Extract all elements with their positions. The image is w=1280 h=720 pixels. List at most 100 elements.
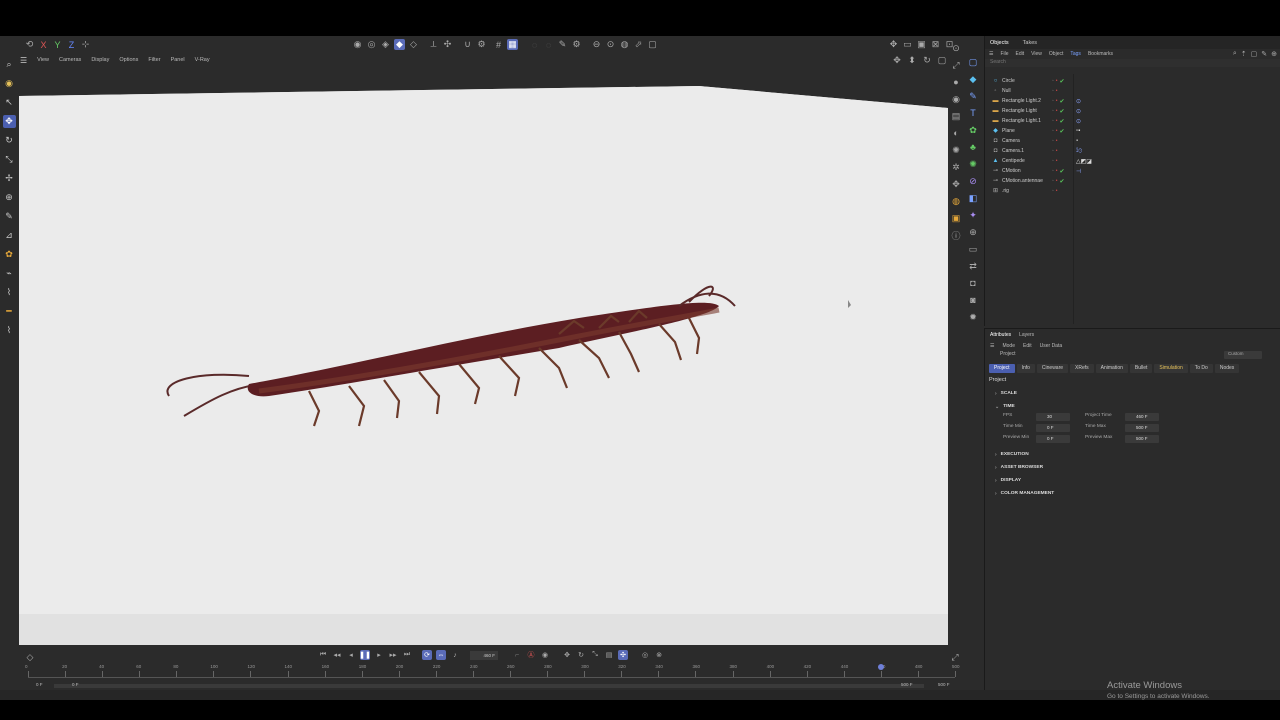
camera-object-icon[interactable]: ▭ xyxy=(967,243,979,255)
ipr-icon[interactable]: ⊙ xyxy=(605,39,616,50)
film-icon[interactable]: ▤ xyxy=(950,110,962,122)
list-item[interactable]: ▬ Rectangle Light.2 ◦ • ✔ ⊙ xyxy=(985,96,1280,106)
objects-up-icon[interactable]: ⇡ xyxy=(1241,50,1247,58)
live-select-icon[interactable]: ↖ xyxy=(3,96,16,109)
menu-vray[interactable]: V-Ray xyxy=(195,57,210,63)
protection-tag-icon[interactable]: ⟟⊙ xyxy=(1076,148,1082,155)
timeline-settings-icon[interactable]: ⊗ xyxy=(654,650,664,660)
polygons-mode-icon[interactable]: ◈ xyxy=(380,39,391,50)
paint-tool-icon[interactable]: ✿ xyxy=(3,248,16,261)
tab-objects[interactable]: Objects xyxy=(990,40,1009,46)
list-item[interactable]: ◘ Camera.1 ◦ • ⟟⊙ xyxy=(985,146,1280,156)
render-view-button-icon[interactable]: ▣ xyxy=(916,39,927,50)
axis-x-button[interactable]: X xyxy=(38,39,49,50)
target-tag-icon[interactable]: ⊙ xyxy=(1076,108,1081,115)
objects-add-icon[interactable]: ⊕ xyxy=(1271,50,1277,58)
range-end-field[interactable]: 500 F xyxy=(901,682,913,687)
objects-menu-file[interactable]: File xyxy=(1000,51,1008,57)
lock-tool-icon[interactable]: ▣ xyxy=(950,212,962,224)
menu-panel[interactable]: Panel xyxy=(171,57,185,63)
cube-primitive-icon[interactable]: ▢ xyxy=(967,56,979,68)
objects-lock-icon[interactable]: ✎ xyxy=(1261,50,1267,58)
tab-xrefs[interactable]: XRefs xyxy=(1070,364,1094,373)
next-frame-icon[interactable]: ▸ xyxy=(374,650,384,660)
grid-snap-icon[interactable]: # xyxy=(493,39,504,50)
extrude-tool-icon[interactable]: ⊿ xyxy=(3,229,16,242)
list-item[interactable]: ◆ Plane ◦ • ✔ ▫▪ xyxy=(985,126,1280,136)
list-item[interactable]: ◘ Camera ◦ • ▪ xyxy=(985,136,1280,146)
axis-z-button[interactable]: Z xyxy=(66,39,77,50)
loop-icon[interactable]: ⟳ xyxy=(422,650,432,660)
current-frame-field[interactable]: 460 F xyxy=(470,650,498,660)
list-item[interactable]: ▲ Centipede ◦ • △◩◪ xyxy=(985,156,1280,166)
objects-search-input[interactable]: Search xyxy=(985,59,1280,67)
viewport-zoom-icon[interactable]: ⬍ xyxy=(906,54,918,66)
objects-menu-edit[interactable]: Edit xyxy=(1016,51,1025,57)
stop-render-icon[interactable]: ⊠ xyxy=(930,39,941,50)
rig-tag-icon[interactable]: ⊣ xyxy=(1076,168,1081,175)
time-max-field[interactable]: 500 F xyxy=(1125,424,1159,432)
sculpt-tool-icon[interactable]: ⌇ xyxy=(3,286,16,299)
info-icon[interactable]: ⓘ xyxy=(950,229,962,241)
tab-bullet[interactable]: Bullet xyxy=(1129,364,1153,373)
prev-frame-icon[interactable]: ◂ xyxy=(346,650,356,660)
coordinate-system-icon[interactable]: ⊹ xyxy=(80,39,91,50)
scale-key-icon[interactable]: ⤡ xyxy=(590,650,600,660)
move-view-icon[interactable]: ✥ xyxy=(888,39,899,50)
viewport-pan-icon[interactable]: ✥ xyxy=(891,54,903,66)
range-bar[interactable]: 0 F 0 F 500 F 500 F xyxy=(24,682,964,690)
video-camera-icon[interactable]: ◘ xyxy=(967,277,979,289)
fps-field[interactable]: 30 xyxy=(1036,413,1070,421)
menu-options[interactable]: Options xyxy=(119,57,138,63)
material-tag-icon[interactable]: ▫▪ xyxy=(1076,128,1080,134)
render-settings-icon[interactable]: ✎ xyxy=(557,39,568,50)
list-item[interactable]: ⊞ .rig ◦ • xyxy=(985,186,1280,196)
attributes-menu-userdata[interactable]: User Data xyxy=(1040,343,1063,349)
edges-mode-icon[interactable]: ◎ xyxy=(366,39,377,50)
deformer-icon[interactable]: ✺ xyxy=(967,158,979,170)
key-icon[interactable]: ⌐ xyxy=(512,650,522,660)
pause-icon[interactable]: ❚❚ xyxy=(359,650,371,660)
cube-icon[interactable]: ◆ xyxy=(967,73,979,85)
particle-icon[interactable]: ✺ xyxy=(950,144,962,156)
axis-mode-icon[interactable]: ⟂ xyxy=(428,39,439,50)
tab-project[interactable]: Project xyxy=(989,364,1015,373)
section-scale[interactable]: › SCALE xyxy=(985,387,1280,400)
objects-menu-object[interactable]: Object xyxy=(1049,51,1063,57)
viewport-maximize-icon[interactable]: ▢ xyxy=(936,54,948,66)
record-key-icon[interactable]: ◉ xyxy=(540,650,550,660)
tab-takes[interactable]: Takes xyxy=(1023,40,1037,46)
magnet-icon[interactable]: ∪ xyxy=(462,39,473,50)
rotate-key-icon[interactable]: ↻ xyxy=(576,650,586,660)
sphere-tool-icon[interactable]: ● xyxy=(950,76,962,88)
list-item[interactable]: ⊸ CMotion.antennae ◦ • ✔ xyxy=(985,176,1280,186)
section-asset-browser[interactable]: › ASSET BROWSER xyxy=(985,461,1280,474)
move-key-icon[interactable]: ✥ xyxy=(562,650,572,660)
scene-icon[interactable]: ⇄ xyxy=(967,260,979,272)
light-object-icon[interactable]: ✹ xyxy=(967,311,979,323)
cinema-icon[interactable]: ◉ xyxy=(950,93,962,105)
mode-select[interactable]: Custom xyxy=(1224,351,1262,359)
target-tag-icon[interactable]: ⊙ xyxy=(1076,98,1081,105)
attributes-hamburger-icon[interactable]: ☰ xyxy=(990,343,994,349)
list-item[interactable]: ⊸ CMotion ◦ • ✔ ⊣ xyxy=(985,166,1280,176)
render-gear-icon[interactable]: ⚙ xyxy=(571,39,582,50)
effector-icon[interactable]: ◐ xyxy=(950,127,962,139)
section-display[interactable]: › DISPLAY xyxy=(985,474,1280,487)
tab-nodes[interactable]: Nodes xyxy=(1214,364,1240,373)
tab-simulation[interactable]: Simulation xyxy=(1154,364,1188,373)
spline-tool-icon[interactable]: ⌇ xyxy=(3,324,16,337)
preview-range-icon[interactable]: ⇔ xyxy=(436,650,446,660)
objects-menu-bookmarks[interactable]: Bookmarks xyxy=(1088,51,1113,57)
target-tag-icon[interactable]: ⊙ xyxy=(1076,118,1081,125)
no-render-icon[interactable]: ⊖ xyxy=(591,39,602,50)
list-item[interactable]: ◦ Null ◦ • xyxy=(985,86,1280,96)
move-snap-icon[interactable]: ⤢ xyxy=(950,59,962,71)
search-icon[interactable]: ⌕ xyxy=(3,58,16,71)
section-color-management[interactable]: › COLOR MANAGEMENT xyxy=(985,487,1280,500)
tab-attributes[interactable]: Attributes xyxy=(990,332,1011,338)
playhead[interactable] xyxy=(877,664,884,670)
objects-menu-tags[interactable]: Tags xyxy=(1070,51,1081,57)
objects-hamburger-icon[interactable]: ☰ xyxy=(989,51,993,57)
tab-cineware[interactable]: Cineware xyxy=(1036,364,1069,373)
